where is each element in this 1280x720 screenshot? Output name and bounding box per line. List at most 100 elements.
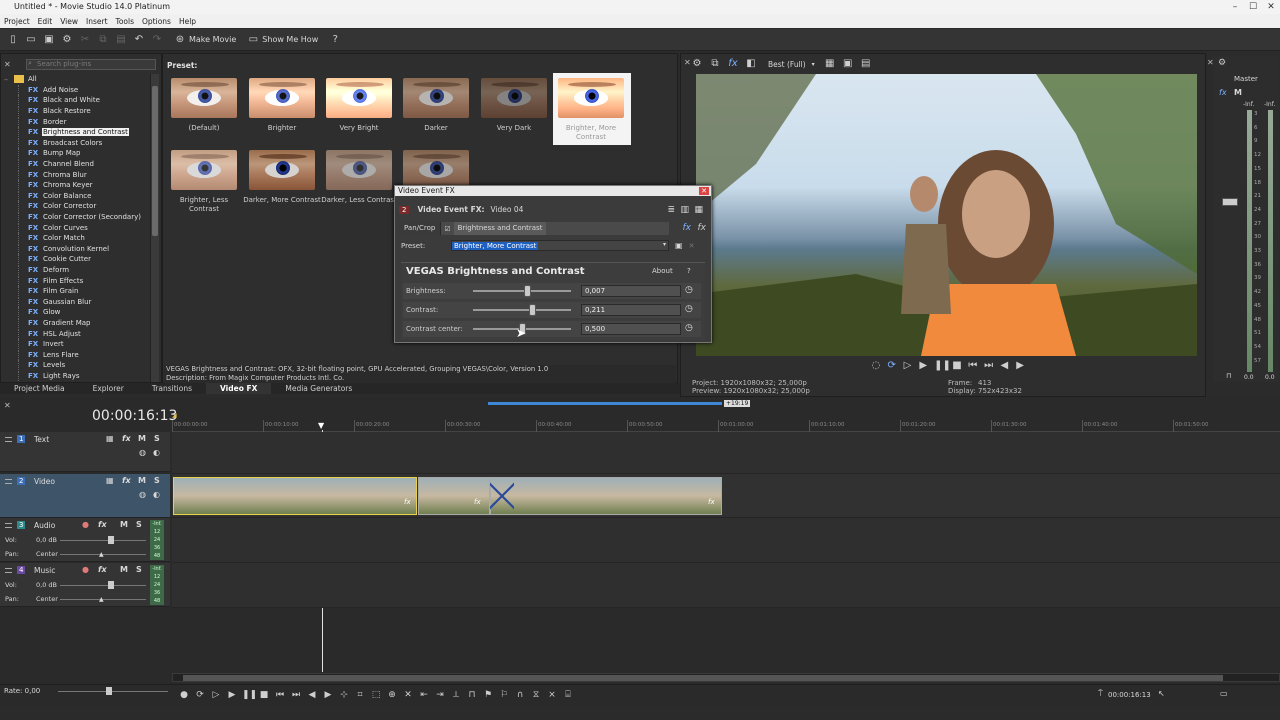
redo-icon[interactable]: ↷ [151, 34, 163, 46]
track-name[interactable]: Music [34, 566, 55, 575]
overlays-icon[interactable]: ▦ [824, 58, 836, 70]
tree-item[interactable]: FX Black and White [4, 95, 154, 106]
tree-item[interactable]: FX Color Corrector [4, 201, 154, 212]
preset-thumbnail[interactable] [403, 150, 469, 190]
tree-item[interactable]: FX Gradient Map [4, 317, 154, 329]
track-collapse-icon[interactable] [5, 479, 12, 484]
clip-fx-icon[interactable]: fx [404, 498, 411, 506]
tree-item[interactable]: FX Color Balance [4, 190, 154, 202]
preset-select[interactable]: Brighter, More Contrast ▾ [451, 240, 669, 251]
minimize-icon[interactable]: – [1226, 0, 1244, 14]
save-icon[interactable]: ▣ [43, 34, 55, 46]
normal-edit-tool-icon[interactable]: ⊹ [338, 689, 350, 701]
tree-item[interactable]: FX Broadcast Colors [4, 137, 154, 149]
compositing-icon[interactable]: ◐ [153, 490, 160, 499]
show-me-how-icon[interactable]: ▭ [247, 34, 259, 46]
tree-item[interactable]: FX Cookie Cutter [4, 254, 154, 265]
tree-item[interactable]: FX Lens Flare [4, 349, 154, 360]
tree-item[interactable]: FX Color Curves [4, 222, 154, 233]
zoom-tool-icon[interactable]: ⊕ [386, 689, 398, 701]
play-from-start-icon[interactable]: ▷ [903, 360, 913, 372]
clip-fx-icon[interactable]: fx [708, 498, 715, 506]
tree-item[interactable]: FX Glow [4, 307, 154, 318]
undo-icon[interactable]: ↶ [133, 34, 145, 46]
preset-thumbnail[interactable] [249, 78, 315, 118]
lock-icon[interactable]: ⊓ [1226, 372, 1231, 380]
tab-video-fx[interactable]: Video FX [206, 383, 272, 394]
tree-item[interactable]: FX Color Match [4, 233, 154, 244]
rate-slider-thumb[interactable] [106, 687, 112, 695]
tree-item[interactable]: FX Gaussian Blur [4, 296, 154, 307]
about-button[interactable]: About [652, 267, 673, 275]
tree-item[interactable]: FX Light Rays [4, 370, 154, 382]
cut-icon[interactable]: ✂ [79, 34, 91, 46]
delete-icon[interactable]: ✕ [402, 689, 414, 701]
stop-icon[interactable]: ■ [258, 689, 270, 701]
pan-thumb-icon[interactable]: ▲ [99, 596, 104, 603]
solo-icon[interactable]: S [154, 476, 160, 485]
plugin-search-input[interactable]: Search plug-ins [26, 59, 156, 70]
fx-icon[interactable]: fx [122, 476, 131, 485]
snapping-icon[interactable]: ∩ [514, 689, 526, 701]
timeline-hscroll[interactable] [172, 673, 1280, 682]
plugin-tree-scrollbar[interactable] [150, 74, 159, 382]
hscroll-thumb[interactable] [183, 675, 1223, 681]
prev-frame-icon[interactable]: ◀ [306, 689, 318, 701]
close-icon[interactable]: ✕ [1262, 0, 1280, 14]
copy-frame-icon[interactable]: ▣ [842, 58, 854, 70]
video-clip-3[interactable] [490, 477, 722, 515]
volume-slider[interactable] [60, 585, 146, 586]
go-to-end-icon[interactable]: ⏭ [290, 689, 302, 701]
motion-icon[interactable]: ◍ [139, 490, 146, 499]
make-movie-icon[interactable]: ⊛ [174, 34, 186, 46]
record-icon[interactable]: ● [178, 689, 190, 701]
preset-thumbnail[interactable] [171, 78, 237, 118]
preset-thumbnail[interactable] [481, 78, 547, 118]
mute-icon[interactable]: M [138, 434, 146, 443]
prev-frame-icon[interactable]: ◀ [999, 360, 1009, 372]
tree-item[interactable]: FX Brightness and Contrast [4, 127, 154, 138]
preset-thumbnail[interactable] [326, 150, 392, 190]
pause-icon[interactable]: ❚❚ [934, 360, 951, 372]
tab-project-media[interactable]: Project Media [0, 383, 79, 394]
solo-icon[interactable]: S [136, 520, 142, 529]
lane-audio[interactable] [172, 518, 1280, 563]
master-close-icon[interactable]: ✕ [1207, 58, 1214, 67]
new-file-icon[interactable]: ▯ [7, 34, 19, 46]
maximize-icon[interactable]: ☐ [1244, 0, 1262, 14]
tree-item[interactable]: FX Convolution Kernel [4, 243, 154, 255]
pause-icon[interactable]: ❚❚ [242, 689, 257, 701]
play-from-start-icon[interactable]: ▷ [210, 689, 222, 701]
trim-start-icon[interactable]: ⇤ [418, 689, 430, 701]
scroll-thumb[interactable] [152, 86, 158, 236]
preset-thumbnail[interactable] [171, 150, 237, 190]
stop-icon[interactable]: ■ [952, 360, 962, 372]
preset-thumbnail[interactable] [558, 78, 624, 118]
fx-icon[interactable]: fx [98, 520, 107, 529]
tree-item[interactable]: FX Add Noise [4, 84, 154, 96]
video-clip-1[interactable] [173, 477, 417, 515]
preset-thumbnail[interactable] [249, 150, 315, 190]
tree-item[interactable]: FX Channel Blend [4, 159, 154, 170]
chain-split-icon[interactable]: ▥ [680, 205, 689, 215]
param-slider-thumb[interactable] [523, 285, 531, 297]
menu-tools[interactable]: Tools [112, 17, 138, 26]
tree-item[interactable]: FX Deform [4, 264, 154, 276]
tree-item[interactable]: FX Black Restore [4, 106, 154, 117]
tree-item[interactable]: FX Bump Map [4, 148, 154, 159]
tree-item[interactable]: FX Chroma Keyer [4, 180, 154, 191]
delete-preset-icon[interactable]: ✕ [689, 242, 695, 250]
tree-item[interactable]: FX Color Corrector (Secondary) [4, 212, 154, 223]
preset-thumbnail[interactable] [403, 78, 469, 118]
chain-item-pan-crop[interactable]: Pan/Crop [399, 222, 442, 235]
menu-help[interactable]: Help [175, 17, 200, 26]
tree-item[interactable]: FX HSL Adjust [4, 328, 154, 339]
solo-icon[interactable]: S [136, 565, 142, 574]
tree-item[interactable]: FX Chroma Blur [4, 169, 154, 180]
loop-icon[interactable]: ◌ [871, 360, 881, 372]
composite-icon[interactable]: ▦ [106, 476, 114, 485]
motion-icon[interactable]: ◍ [139, 448, 146, 457]
dialog-close-icon[interactable]: ✕ [699, 187, 709, 195]
track-name[interactable]: Text [34, 435, 49, 444]
lane-text[interactable] [172, 432, 1280, 474]
